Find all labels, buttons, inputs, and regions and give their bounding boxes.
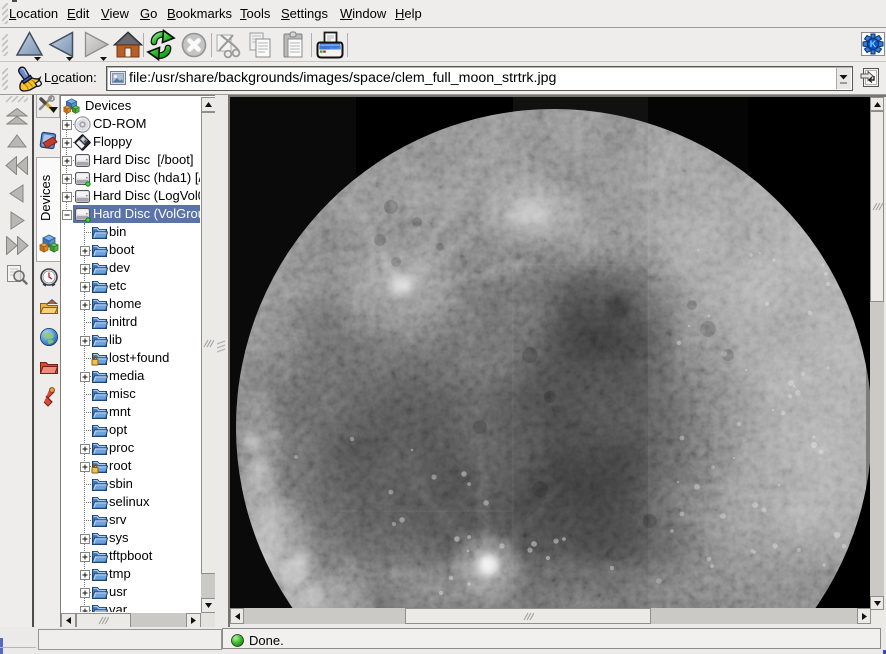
svg-text:K: K	[870, 39, 877, 49]
